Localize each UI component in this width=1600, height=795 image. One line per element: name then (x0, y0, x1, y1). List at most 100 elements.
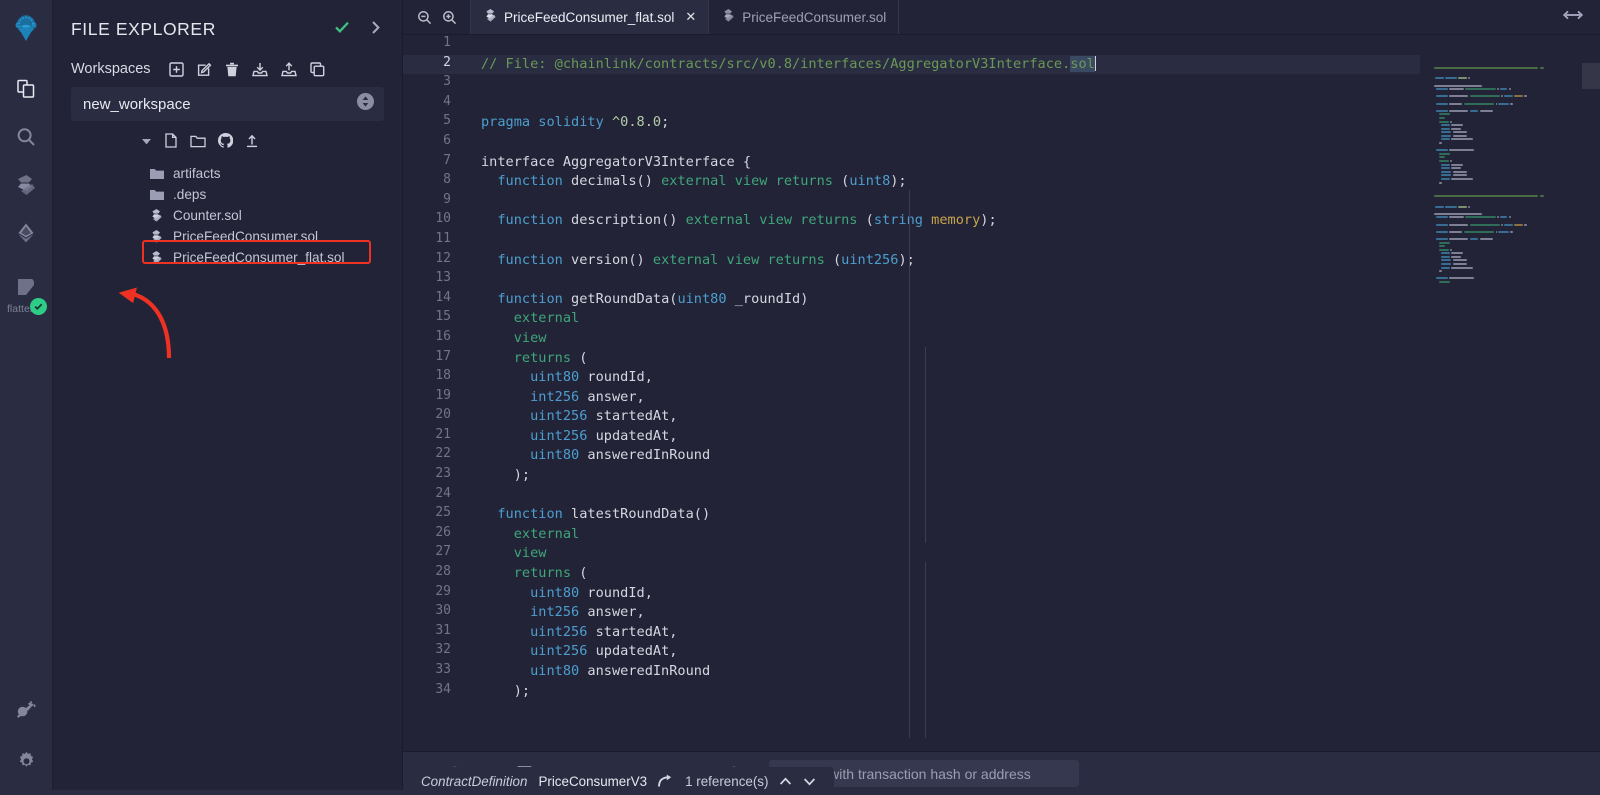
code-line-content[interactable] (465, 192, 1600, 212)
tab-label: PriceFeedConsumer_flat.sol (504, 10, 674, 25)
code-line-content[interactable]: returns ( (465, 349, 1600, 369)
sidebar-item-flattener[interactable]: flattener (0, 263, 53, 311)
list-item[interactable]: PriceFeedConsumer.sol (53, 226, 402, 247)
tab-pricefeedconsumer[interactable]: PriceFeedConsumer.sol (709, 0, 899, 34)
code-line-content[interactable]: returns ( (465, 564, 1600, 584)
solidity-icon (149, 209, 164, 222)
line-number: 6 (403, 133, 465, 153)
list-item-label: .deps (173, 187, 206, 202)
folder-icon (149, 189, 164, 201)
code-line-content[interactable]: function description() external view ret… (465, 211, 1600, 231)
list-item[interactable]: Counter.sol (53, 205, 402, 226)
sidebar-item-file-explorer[interactable] (0, 65, 53, 113)
github-icon[interactable] (218, 133, 233, 153)
code-line-content[interactable] (465, 270, 1600, 290)
workspaces-label: Workspaces (71, 61, 151, 77)
line-number: 24 (403, 486, 465, 506)
code-line-content[interactable]: view (465, 329, 1600, 349)
code-line-content[interactable]: interface AggregatorV3Interface { (465, 153, 1600, 173)
file-explorer-header: FILE EXPLORER (53, 0, 402, 51)
code-line-content[interactable]: uint256 startedAt, (465, 407, 1600, 427)
sidebar-item-search[interactable] (0, 113, 53, 161)
list-item[interactable]: artifacts (53, 163, 402, 184)
code-line-content[interactable]: function latestRoundData() (465, 505, 1600, 525)
code-line-content[interactable]: uint256 startedAt, (465, 623, 1600, 643)
code-line-content[interactable]: external (465, 309, 1600, 329)
code-line-content[interactable] (465, 35, 1600, 55)
code-line-content[interactable]: function decimals() external view return… (465, 172, 1600, 192)
code-line-content[interactable]: view (465, 544, 1600, 564)
rename-workspace-icon[interactable] (197, 62, 212, 77)
chevron-right-icon[interactable] (369, 20, 382, 40)
new-file-icon[interactable] (164, 133, 178, 153)
code-line-content[interactable] (465, 231, 1600, 251)
flattener-status-badge (30, 298, 47, 315)
code-line: 10 function description() external view … (403, 211, 1600, 231)
horizontal-resize-icon[interactable] (1562, 8, 1584, 27)
line-number: 8 (403, 172, 465, 192)
breadcrumb-references[interactable]: 1 reference(s) (685, 774, 768, 789)
list-item-pricefeedconsumer-flat[interactable]: PriceFeedConsumer_flat.sol (53, 247, 402, 268)
files-icon (15, 78, 37, 100)
line-number: 11 (403, 231, 465, 251)
code-line-content[interactable] (465, 94, 1600, 114)
explorer-header-actions (333, 18, 382, 41)
code-line-content[interactable]: // File: @chainlink/contracts/src/v0.8/i… (465, 55, 1600, 75)
remix-logo[interactable] (0, 0, 53, 53)
arrow-jump-icon[interactable] (658, 774, 674, 788)
close-icon[interactable]: ✕ (685, 9, 696, 25)
delete-workspace-icon[interactable] (225, 62, 239, 77)
plugin-icon-list: flattener (0, 65, 53, 311)
code-line-content[interactable] (465, 486, 1600, 506)
sidebar-item-solidity-compiler[interactable] (0, 161, 53, 209)
zoom-out-icon[interactable] (417, 10, 432, 25)
code-line-content[interactable]: uint256 updatedAt, (465, 642, 1600, 662)
code-line-content[interactable]: function version() external view returns… (465, 251, 1600, 271)
workspace-select[interactable]: new_workspace (71, 87, 384, 121)
plug-icon (15, 698, 38, 721)
list-item[interactable]: .deps (53, 184, 402, 205)
code-line-content[interactable] (465, 133, 1600, 153)
collapse-all-icon[interactable] (141, 134, 152, 152)
code-line-content[interactable]: pragma solidity ^0.8.0; (465, 113, 1600, 133)
publish-icon[interactable] (245, 133, 259, 153)
indent-guide (909, 190, 910, 550)
code-line-content[interactable]: uint256 updatedAt, (465, 427, 1600, 447)
line-number: 12 (403, 251, 465, 271)
code-line-content[interactable]: external (465, 525, 1600, 545)
line-number: 25 (403, 505, 465, 525)
code-line: 30 int256 answer, (403, 603, 1600, 623)
chevron-down-icon[interactable] (803, 776, 816, 787)
code-line-content[interactable]: ); (465, 682, 1600, 702)
sidebar-item-deploy-run[interactable] (0, 209, 53, 257)
indent-guide (925, 562, 926, 738)
sidebar-item-settings[interactable] (0, 741, 53, 781)
restore-workspace-icon[interactable] (281, 62, 297, 77)
code-line: 28 returns ( (403, 564, 1600, 584)
code-line-content[interactable]: uint80 roundId, (465, 368, 1600, 388)
check-icon[interactable] (333, 18, 351, 41)
folder-icon (149, 168, 164, 180)
line-number: 13 (403, 270, 465, 290)
code-line-content[interactable]: int256 answer, (465, 388, 1600, 408)
code-line-content[interactable]: int256 answer, (465, 603, 1600, 623)
code-line-content[interactable]: uint80 answeredInRound (465, 446, 1600, 466)
tab-pricefeedconsumer-flat[interactable]: PriceFeedConsumer_flat.sol ✕ (471, 0, 709, 34)
code-line-content[interactable] (465, 74, 1600, 94)
chevron-up-icon[interactable] (779, 776, 792, 787)
code-line-content[interactable]: ); (465, 466, 1600, 486)
duplicate-workspace-icon[interactable] (310, 62, 325, 77)
download-workspace-icon[interactable] (252, 62, 268, 77)
create-workspace-icon[interactable] (169, 62, 184, 77)
code-lines: 1 2// File: @chainlink/contracts/src/v0.… (403, 35, 1600, 701)
zoom-in-icon[interactable] (442, 10, 457, 25)
tab-label: PriceFeedConsumer.sol (742, 10, 886, 25)
new-folder-icon[interactable] (190, 134, 206, 153)
code-line: 15 external (403, 309, 1600, 329)
code-line-content[interactable]: uint80 answeredInRound (465, 662, 1600, 682)
code-line-content[interactable]: uint80 roundId, (465, 584, 1600, 604)
code-line-content[interactable]: function getRoundData(uint80 _roundId) (465, 290, 1600, 310)
code-editor[interactable]: 1 2// File: @chainlink/contracts/src/v0.… (403, 35, 1600, 751)
line-number: 16 (403, 329, 465, 349)
sidebar-item-plugin-manager[interactable] (0, 689, 53, 729)
